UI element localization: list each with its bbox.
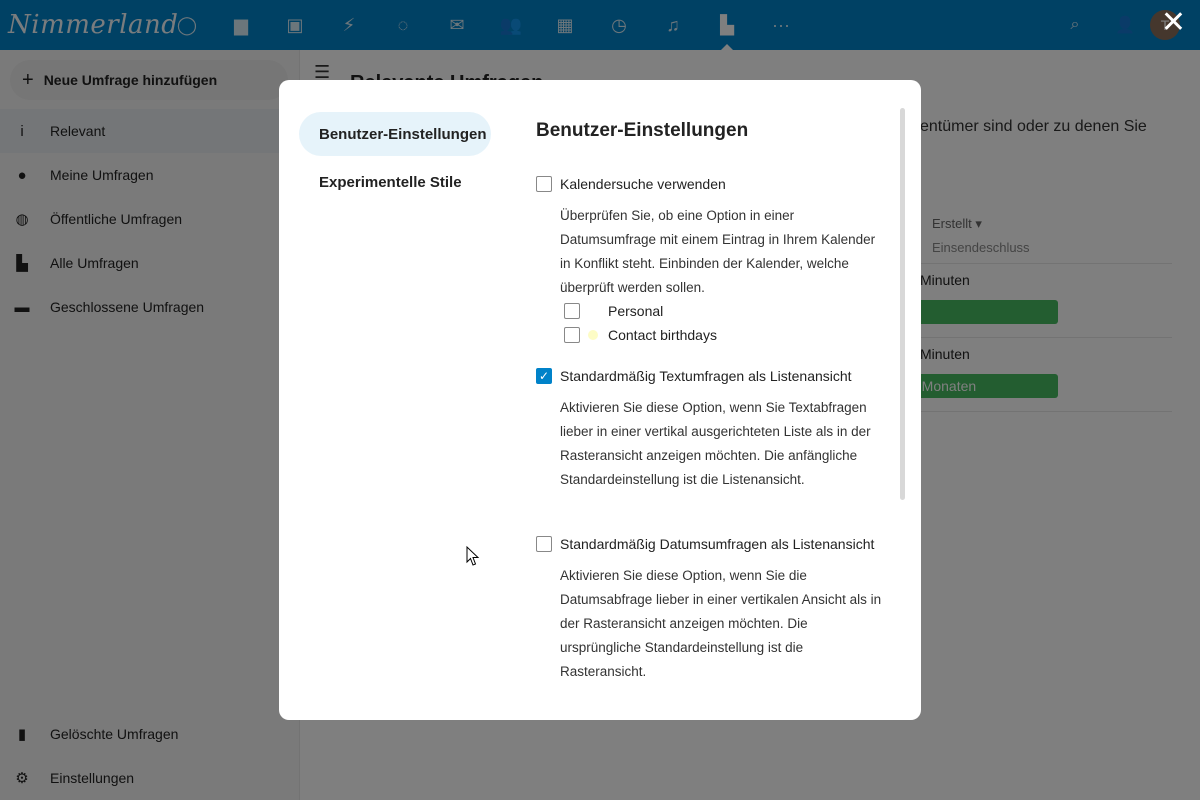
checkmark-icon[interactable]: ✓ [536,368,552,384]
option-label: Standardmäßig Datumsumfragen als Listena… [560,536,875,552]
calendar-color-dot [588,330,598,340]
option-description: Überprüfen Sie, ob eine Option in einer … [560,208,876,295]
calendar-label: Contact birthdays [608,327,717,343]
calendar-color-dot [588,306,598,316]
calendar-personal-option[interactable]: Personal [564,303,663,319]
option-description: Aktivieren Sie diese Option, wenn Sie Te… [560,400,871,487]
settings-nav: Benutzer-Einstellungen Experimentelle St… [299,112,491,208]
option-description: Aktivieren Sie diese Option, wenn Sie di… [560,568,882,679]
tab-experimental-styles[interactable]: Experimentelle Stile [299,160,491,204]
calendar-birthdays-checkbox[interactable] [564,327,580,343]
mouse-cursor-icon [466,545,480,566]
calendar-birthdays-option[interactable]: Contact birthdays [564,327,717,343]
text-list-option[interactable]: ✓ Standardmäßig Textumfragen als Listena… [536,368,852,384]
option-label: Kalendersuche verwenden [560,176,726,192]
calendar-check-checkbox[interactable] [536,176,552,192]
settings-title: Benutzer-Einstellungen [536,120,749,141]
calendar-check-option[interactable]: Kalendersuche verwenden [536,176,726,192]
close-icon[interactable]: ✕ [1161,8,1186,38]
scrollbar[interactable] [900,108,905,500]
option-label: Standardmäßig Textumfragen als Listenans… [560,368,852,384]
calendar-personal-checkbox[interactable] [564,303,580,319]
settings-dialog: Benutzer-Einstellungen Experimentelle St… [279,80,921,720]
date-list-checkbox[interactable] [536,536,552,552]
settings-content: Benutzer-Einstellungen Kalendersuche ver… [536,120,886,679]
date-list-option[interactable]: Standardmäßig Datumsumfragen als Listena… [536,536,874,552]
calendar-label: Personal [608,303,664,319]
tab-user-settings[interactable]: Benutzer-Einstellungen [299,112,491,156]
